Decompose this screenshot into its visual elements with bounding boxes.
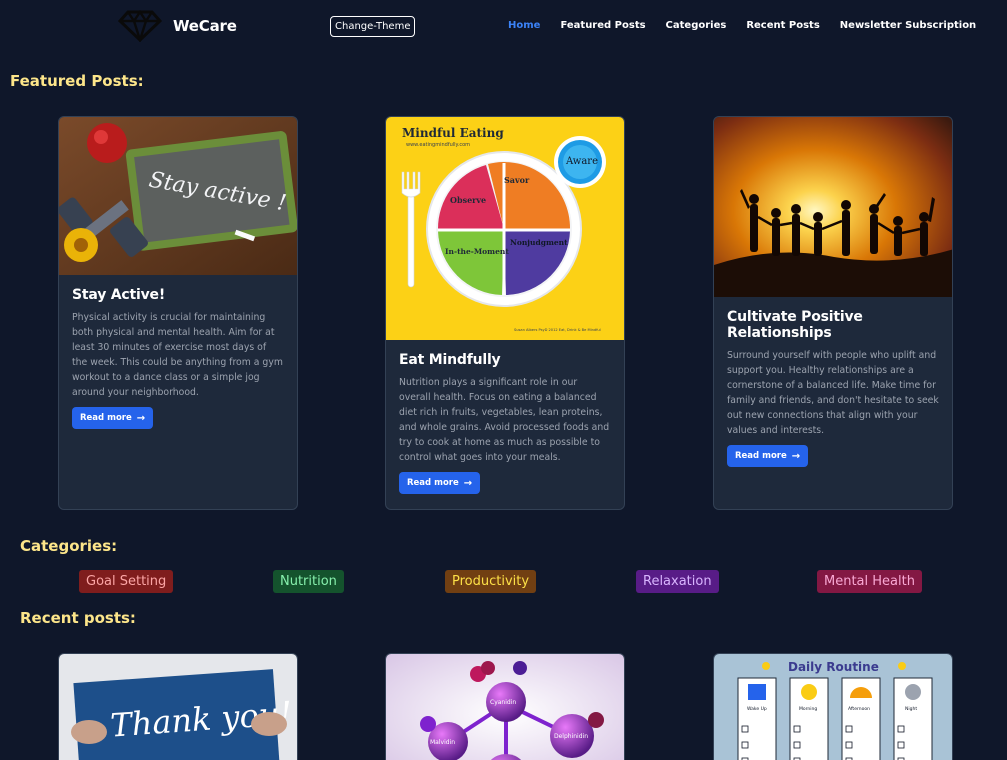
recent-card-daily-routine[interactable]: Daily Routine Wake Up Morning Afternoon … [713,653,953,760]
arrow-right-icon: → [136,412,146,424]
afternoon-label: Afternoon [848,706,870,712]
read-more-label: Read more [80,413,132,423]
nav-categories[interactable]: Categories [666,20,727,31]
featured-card-relationships: Cultivate Positive Relationships Surroun… [713,116,953,510]
mindful-eating-title: Mindful Eating [402,126,504,140]
card-text: Nutrition plays a significant role in ou… [399,377,610,463]
in-the-moment-label: In-the-Moment [445,247,509,256]
featured-posts-heading: Featured Posts: [10,72,144,90]
nonjudgment-label: Nonjudgment [510,238,568,247]
nav-newsletter-subscription[interactable]: Newsletter Subscription [840,20,976,31]
brand[interactable]: WeCare [118,10,237,42]
category-goal-setting[interactable]: Goal Setting [79,570,174,593]
observe-label: Observe [450,195,486,205]
mindful-eating-footer: Susan Albers PsyD 2012 Eat, Drink & Be M… [514,328,601,332]
malvidin-label: Malvidin [430,739,455,746]
brand-name: WeCare [173,17,237,35]
card-title: Eat Mindfully [399,352,501,368]
category-productivity[interactable]: Productivity [445,570,537,593]
card-title: Cultivate Positive Relationships [727,309,863,341]
nav-links: Home Featured Posts Categories Recent Po… [508,20,996,31]
recent-posts-heading: Recent posts: [20,609,136,627]
stay-active-image: Stay active ! [59,117,297,275]
nav-recent-posts[interactable]: Recent Posts [746,20,819,31]
recent-card-anthocyanins[interactable]: Cyanidin Malvidin Delphinidin [385,653,625,760]
delphinidin-label: Delphinidin [554,733,588,740]
card-title: Stay Active! [72,287,166,303]
mindful-eating-image: Mindful Eating www.eatingmindfully.com O… [386,117,624,340]
read-more-button[interactable]: Read more → [72,407,154,429]
savor-label: Savor [504,175,530,185]
featured-card-stay-active: Stay active ! Stay Active! Physical acti… [58,116,298,510]
category-relaxation[interactable]: Relaxation [636,570,719,593]
categories-heading: Categories: [20,537,118,555]
diamond-icon [118,10,162,42]
daily-routine-title: Daily Routine [788,660,879,674]
navbar: WeCare Change-Theme Home Featured Posts … [0,0,1007,54]
relationships-image [714,117,952,297]
morning-label: Morning [799,706,817,712]
arrow-right-icon: → [463,477,473,489]
read-more-button[interactable]: Read more → [727,445,809,467]
card-text: Surround yourself with people who uplift… [727,350,939,436]
change-theme-button[interactable]: Change-Theme [330,16,416,37]
nav-home[interactable]: Home [508,20,540,31]
wake-up-label: Wake Up [747,706,767,712]
cyanidin-label: Cyanidin [490,699,516,706]
night-label: Night [905,706,917,712]
nav-featured-posts[interactable]: Featured Posts [560,20,645,31]
recent-card-thank-you[interactable]: Thank you! [58,653,298,760]
mindful-eating-url: www.eatingmindfully.com [406,142,470,148]
featured-card-eat-mindfully: Mindful Eating www.eatingmindfully.com O… [385,116,625,510]
read-more-label: Read more [735,451,787,461]
aware-label: Aware [565,156,598,167]
arrow-right-icon: → [791,450,801,462]
read-more-label: Read more [407,478,459,488]
read-more-button[interactable]: Read more → [399,472,481,494]
category-nutrition[interactable]: Nutrition [273,570,344,593]
card-text: Physical activity is crucial for maintai… [72,312,283,398]
category-mental-health[interactable]: Mental Health [817,570,922,593]
